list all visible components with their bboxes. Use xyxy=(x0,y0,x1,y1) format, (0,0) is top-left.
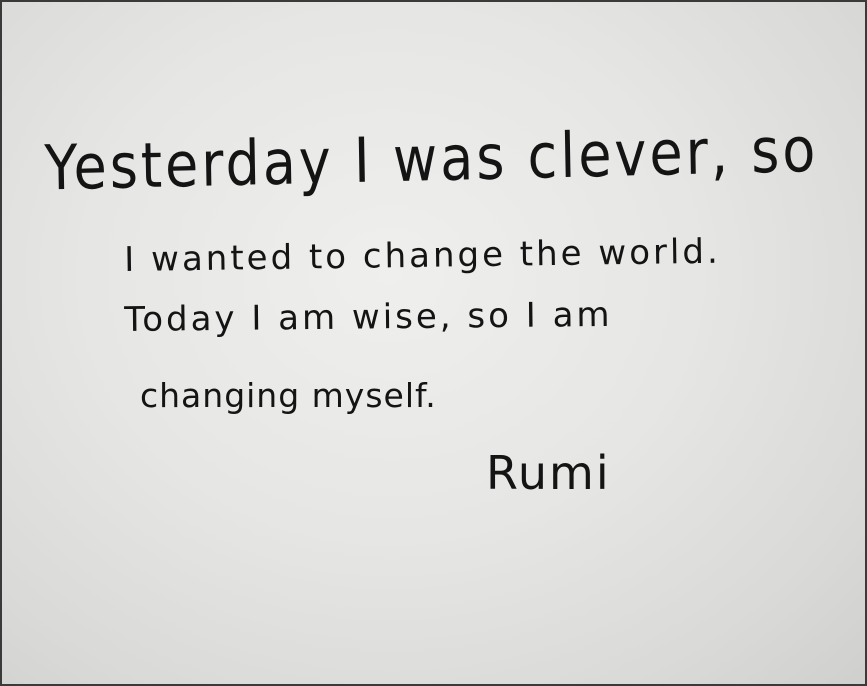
signature: Rumi xyxy=(486,446,611,500)
quote-line-4: changing myself. xyxy=(140,376,437,415)
whiteboard-photo: Yesterday I was clever, so I wanted to c… xyxy=(0,0,867,686)
photo-border xyxy=(0,0,867,686)
quote-line-1: Yesterday I was clever, so xyxy=(44,113,819,205)
quote-line-2: I wanted to change the world. xyxy=(124,231,722,280)
quote-line-3: Today I am wise, so I am xyxy=(124,294,613,340)
